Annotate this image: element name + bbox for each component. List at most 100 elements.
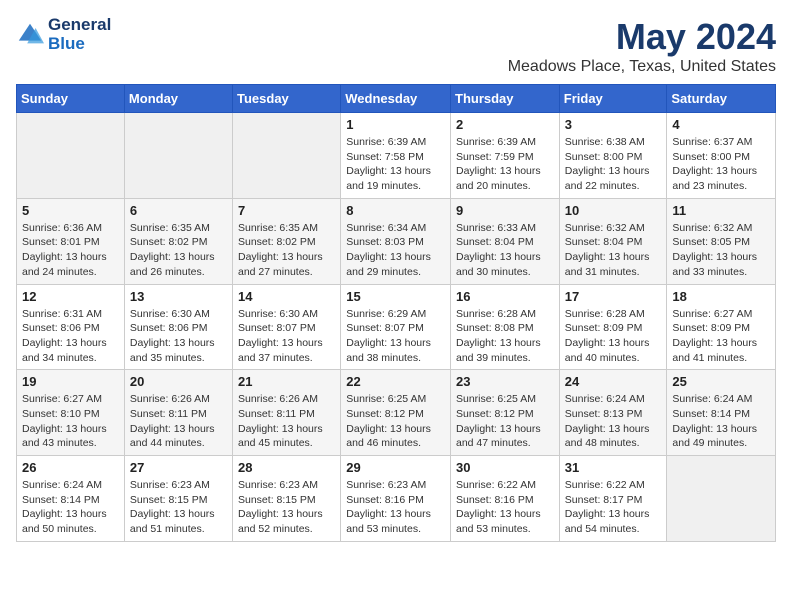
day-cell: 31 Sunrise: 6:22 AM Sunset: 8:17 PM Dayli… (559, 456, 667, 542)
day-cell: 9 Sunrise: 6:33 AM Sunset: 8:04 PM Daylig… (451, 198, 560, 284)
day-info: Sunrise: 6:25 AM Sunset: 8:12 PM Dayligh… (346, 392, 445, 451)
day-cell: 24 Sunrise: 6:24 AM Sunset: 8:13 PM Dayli… (559, 370, 667, 456)
day-cell: 27 Sunrise: 6:23 AM Sunset: 8:15 PM Dayli… (124, 456, 232, 542)
day-number: 18 (672, 289, 770, 304)
day-cell: 5 Sunrise: 6:36 AM Sunset: 8:01 PM Daylig… (17, 198, 125, 284)
day-cell: 23 Sunrise: 6:25 AM Sunset: 8:12 PM Dayli… (451, 370, 560, 456)
day-cell: 28 Sunrise: 6:23 AM Sunset: 8:15 PM Dayli… (233, 456, 341, 542)
day-cell (667, 456, 776, 542)
day-info: Sunrise: 6:24 AM Sunset: 8:14 PM Dayligh… (22, 478, 119, 537)
day-number: 31 (565, 460, 662, 475)
day-info: Sunrise: 6:29 AM Sunset: 8:07 PM Dayligh… (346, 307, 445, 366)
header-cell-wednesday: Wednesday (341, 85, 451, 113)
day-info: Sunrise: 6:22 AM Sunset: 8:17 PM Dayligh… (565, 478, 662, 537)
day-number: 20 (130, 374, 227, 389)
calendar-subtitle: Meadows Place, Texas, United States (508, 58, 776, 76)
day-number: 27 (130, 460, 227, 475)
day-number: 29 (346, 460, 445, 475)
header-cell-tuesday: Tuesday (233, 85, 341, 113)
day-number: 7 (238, 203, 335, 218)
day-number: 5 (22, 203, 119, 218)
day-info: Sunrise: 6:22 AM Sunset: 8:16 PM Dayligh… (456, 478, 554, 537)
header-row: SundayMondayTuesdayWednesdayThursdayFrid… (17, 85, 776, 113)
day-number: 1 (346, 117, 445, 132)
title-block: May 2024 Meadows Place, Texas, United St… (508, 16, 776, 76)
day-info: Sunrise: 6:39 AM Sunset: 7:58 PM Dayligh… (346, 135, 445, 194)
logo: General Blue (16, 16, 111, 53)
page-header: General Blue May 2024 Meadows Place, Tex… (16, 16, 776, 76)
day-cell: 11Sunrise: 6:32 AM Sunset: 8:05 PM Dayli… (667, 198, 776, 284)
calendar-body: 1 Sunrise: 6:39 AM Sunset: 7:58 PM Daylig… (17, 113, 776, 542)
day-cell: 29 Sunrise: 6:23 AM Sunset: 8:16 PM Dayli… (341, 456, 451, 542)
day-number: 21 (238, 374, 335, 389)
day-cell: 10 Sunrise: 6:32 AM Sunset: 8:04 PM Dayli… (559, 198, 667, 284)
day-info: Sunrise: 6:28 AM Sunset: 8:08 PM Dayligh… (456, 307, 554, 366)
day-cell: 20 Sunrise: 6:26 AM Sunset: 8:11 PM Dayli… (124, 370, 232, 456)
day-cell: 21 Sunrise: 6:26 AM Sunset: 8:11 PM Dayli… (233, 370, 341, 456)
day-info: Sunrise: 6:26 AM Sunset: 8:11 PM Dayligh… (238, 392, 335, 451)
day-info: Sunrise: 6:36 AM Sunset: 8:01 PM Dayligh… (22, 221, 119, 280)
day-info: Sunrise: 6:28 AM Sunset: 8:09 PM Dayligh… (565, 307, 662, 366)
day-info: Sunrise: 6:35 AM Sunset: 8:02 PM Dayligh… (238, 221, 335, 280)
day-info: Sunrise: 6:24 AM Sunset: 8:13 PM Dayligh… (565, 392, 662, 451)
day-info: Sunrise: 6:25 AM Sunset: 8:12 PM Dayligh… (456, 392, 554, 451)
day-info: Sunrise: 6:39 AM Sunset: 7:59 PM Dayligh… (456, 135, 554, 194)
day-number: 23 (456, 374, 554, 389)
day-number: 8 (346, 203, 445, 218)
day-info: Sunrise: 6:27 AM Sunset: 8:10 PM Dayligh… (22, 392, 119, 451)
day-number: 24 (565, 374, 662, 389)
day-info: Sunrise: 6:30 AM Sunset: 8:06 PM Dayligh… (130, 307, 227, 366)
day-info: Sunrise: 6:33 AM Sunset: 8:04 PM Dayligh… (456, 221, 554, 280)
day-info: Sunrise: 6:23 AM Sunset: 8:15 PM Dayligh… (238, 478, 335, 537)
day-cell: 17 Sunrise: 6:28 AM Sunset: 8:09 PM Dayli… (559, 284, 667, 370)
day-cell: 6Sunrise: 6:35 AM Sunset: 8:02 PM Daylig… (124, 198, 232, 284)
day-cell: 3 Sunrise: 6:38 AM Sunset: 8:00 PM Daylig… (559, 113, 667, 199)
day-number: 9 (456, 203, 554, 218)
logo-icon (16, 21, 44, 49)
week-row-1: 1 Sunrise: 6:39 AM Sunset: 7:58 PM Daylig… (17, 113, 776, 199)
day-number: 25 (672, 374, 770, 389)
header-cell-thursday: Thursday (451, 85, 560, 113)
day-number: 12 (22, 289, 119, 304)
day-cell: 15 Sunrise: 6:29 AM Sunset: 8:07 PM Dayli… (341, 284, 451, 370)
day-info: Sunrise: 6:37 AM Sunset: 8:00 PM Dayligh… (672, 135, 770, 194)
day-number: 3 (565, 117, 662, 132)
day-number: 16 (456, 289, 554, 304)
calendar-table: SundayMondayTuesdayWednesdayThursdayFrid… (16, 84, 776, 542)
day-info: Sunrise: 6:23 AM Sunset: 8:15 PM Dayligh… (130, 478, 227, 537)
week-row-4: 19Sunrise: 6:27 AM Sunset: 8:10 PM Dayli… (17, 370, 776, 456)
day-number: 30 (456, 460, 554, 475)
day-cell: 8Sunrise: 6:34 AM Sunset: 8:03 PM Daylig… (341, 198, 451, 284)
day-number: 26 (22, 460, 119, 475)
calendar-title: May 2024 (508, 16, 776, 58)
header-cell-saturday: Saturday (667, 85, 776, 113)
day-cell: 7 Sunrise: 6:35 AM Sunset: 8:02 PM Daylig… (233, 198, 341, 284)
day-number: 15 (346, 289, 445, 304)
day-cell: 12Sunrise: 6:31 AM Sunset: 8:06 PM Dayli… (17, 284, 125, 370)
day-info: Sunrise: 6:27 AM Sunset: 8:09 PM Dayligh… (672, 307, 770, 366)
day-cell (124, 113, 232, 199)
day-number: 4 (672, 117, 770, 132)
day-cell (233, 113, 341, 199)
week-row-2: 5 Sunrise: 6:36 AM Sunset: 8:01 PM Daylig… (17, 198, 776, 284)
day-cell: 2Sunrise: 6:39 AM Sunset: 7:59 PM Daylig… (451, 113, 560, 199)
header-cell-sunday: Sunday (17, 85, 125, 113)
week-row-5: 26 Sunrise: 6:24 AM Sunset: 8:14 PM Dayli… (17, 456, 776, 542)
day-number: 10 (565, 203, 662, 218)
day-number: 28 (238, 460, 335, 475)
day-info: Sunrise: 6:38 AM Sunset: 8:00 PM Dayligh… (565, 135, 662, 194)
logo-text: General Blue (48, 16, 111, 53)
day-info: Sunrise: 6:26 AM Sunset: 8:11 PM Dayligh… (130, 392, 227, 451)
day-info: Sunrise: 6:32 AM Sunset: 8:04 PM Dayligh… (565, 221, 662, 280)
day-cell: 14Sunrise: 6:30 AM Sunset: 8:07 PM Dayli… (233, 284, 341, 370)
day-info: Sunrise: 6:30 AM Sunset: 8:07 PM Dayligh… (238, 307, 335, 366)
day-cell (17, 113, 125, 199)
week-row-3: 12Sunrise: 6:31 AM Sunset: 8:06 PM Dayli… (17, 284, 776, 370)
header-cell-monday: Monday (124, 85, 232, 113)
day-number: 13 (130, 289, 227, 304)
day-info: Sunrise: 6:32 AM Sunset: 8:05 PM Dayligh… (672, 221, 770, 280)
day-number: 6 (130, 203, 227, 218)
day-info: Sunrise: 6:23 AM Sunset: 8:16 PM Dayligh… (346, 478, 445, 537)
day-cell: 19Sunrise: 6:27 AM Sunset: 8:10 PM Dayli… (17, 370, 125, 456)
day-number: 17 (565, 289, 662, 304)
